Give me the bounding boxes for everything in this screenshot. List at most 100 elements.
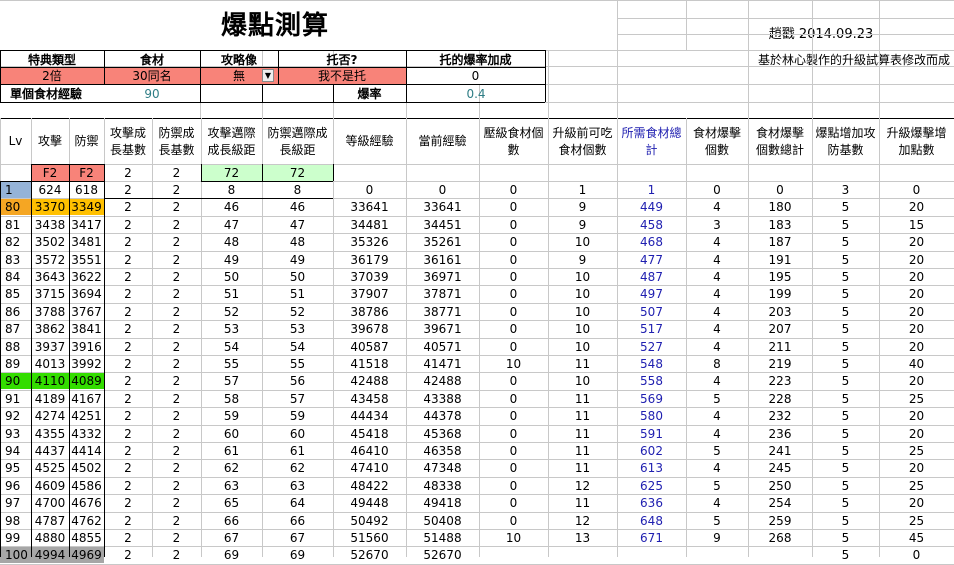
table-cell: 55 <box>289 357 306 371</box>
table-cell: 3862 <box>34 322 66 336</box>
table-cell: 2 <box>124 479 132 493</box>
gridline <box>545 50 546 84</box>
table-cell: 83 <box>5 253 21 267</box>
table-cell: 100 <box>0 547 31 563</box>
table-cell: 38771 <box>423 305 462 319</box>
table-cell: 5 <box>841 235 850 249</box>
gridline <box>0 84 545 85</box>
table-cell: 40 <box>908 357 925 371</box>
table-cell: 69 <box>289 548 306 562</box>
table-cell: 3502 <box>34 235 66 249</box>
table-cell: 507 <box>640 305 663 319</box>
table-cell: 0 <box>912 183 921 197</box>
table-cell: 4787 <box>34 514 66 528</box>
table-cell: 4414 <box>71 444 102 458</box>
table-cell: 50492 <box>350 514 389 528</box>
table-cell: 613 <box>640 461 663 475</box>
table-cell: 5 <box>841 287 850 301</box>
param-ingredient-value[interactable]: 30同名 <box>104 68 200 84</box>
col-header: 升級前可吃食材個數 <box>552 125 613 157</box>
table-cell: 2 <box>172 322 181 336</box>
table-cell: 2 <box>124 200 132 214</box>
table-cell: 9 <box>713 531 721 545</box>
gridline <box>0 50 545 51</box>
table-cell: 3 <box>841 183 850 197</box>
table-cell: 45368 <box>423 427 462 441</box>
table-cell: 648 <box>640 514 663 528</box>
table-cell: 10 <box>574 270 591 284</box>
table-cell: 20 <box>908 496 925 510</box>
table-cell: 44378 <box>423 409 462 423</box>
table-cell: 4013 <box>34 357 66 371</box>
table-cell: 0 <box>912 548 921 562</box>
table-cell: 60 <box>223 427 240 441</box>
exp-label: 單個食材經驗 <box>10 86 83 101</box>
col-header: 爆點增加攻防基數 <box>815 125 876 157</box>
table-cell: 0 <box>509 270 518 284</box>
table-cell: 2 <box>124 444 132 458</box>
table-cell: 93 <box>5 427 21 441</box>
table-cell: 4 <box>713 461 721 475</box>
table-cell: 45 <box>908 531 925 545</box>
param-carry-value[interactable]: 我不是托 <box>278 68 406 84</box>
table-cell: 20 <box>908 374 925 388</box>
table-cell: 2 <box>172 183 181 197</box>
table-cell: 5 <box>841 409 850 423</box>
table-cell: 3370 <box>31 199 69 215</box>
table-cell: 2 <box>124 392 132 406</box>
table-cell: 99 <box>5 531 21 545</box>
f2-cell <box>812 165 879 181</box>
table-cell: 36179 <box>350 253 389 267</box>
table-cell: 259 <box>768 514 792 528</box>
table-cell: 203 <box>768 305 792 319</box>
table-cell: 195 <box>768 270 792 284</box>
table-cell: 51560 <box>350 531 389 545</box>
table-cell: 10 <box>574 340 591 354</box>
table-cell: 25 <box>908 392 925 406</box>
table-cell: 5 <box>841 200 850 214</box>
table-cell: 20 <box>908 322 925 336</box>
table-cell: 43458 <box>350 392 389 406</box>
table-cell: 2 <box>124 287 132 301</box>
table-cell: 449 <box>640 200 663 214</box>
param-type-value[interactable]: 2倍 <box>0 68 104 84</box>
gridline <box>406 50 407 84</box>
table-cell: 10 <box>574 287 591 301</box>
table-cell: 591 <box>640 427 663 441</box>
table-cell: 20 <box>908 461 925 475</box>
table-cell: 4994 <box>31 547 69 563</box>
table-cell: 5 <box>841 218 850 232</box>
param-label-carry: 托否? <box>326 52 358 67</box>
table-cell: 4880 <box>34 531 66 545</box>
table-cell: 4586 <box>71 479 102 493</box>
table-cell: 10 <box>574 322 591 336</box>
table-cell: 4609 <box>34 479 66 493</box>
table-cell: 2 <box>172 461 181 475</box>
col-header: 防禦邁際成長級距 <box>267 125 328 157</box>
table-cell: 64 <box>289 496 306 510</box>
table-cell: 41518 <box>350 357 389 371</box>
table-cell: 49 <box>223 253 240 267</box>
table-cell: 11 <box>574 496 591 510</box>
table-cell: 35326 <box>350 235 389 249</box>
table-cell: 2 <box>172 305 181 319</box>
table-cell: 20 <box>908 200 925 214</box>
table-cell: 11 <box>574 427 591 441</box>
table-cell: 5 <box>841 392 850 406</box>
table-cell: 5 <box>713 444 721 458</box>
table-cell: 85 <box>5 287 21 301</box>
table-cell: 517 <box>640 322 663 336</box>
table-cell: 2 <box>172 270 181 284</box>
table-cell: 3694 <box>71 287 102 301</box>
gridline <box>104 198 333 199</box>
table-cell: 580 <box>640 409 663 423</box>
table-cell: 9 <box>578 200 587 214</box>
chevron-down-icon[interactable]: ▼ <box>262 69 274 82</box>
f2-cell <box>748 165 812 181</box>
table-cell: 458 <box>640 218 663 232</box>
table-cell: 49418 <box>423 496 462 510</box>
table-cell: 0 <box>509 514 518 528</box>
table-cell: 2 <box>124 235 132 249</box>
gridline <box>201 164 202 181</box>
table-cell: 4676 <box>71 496 102 510</box>
